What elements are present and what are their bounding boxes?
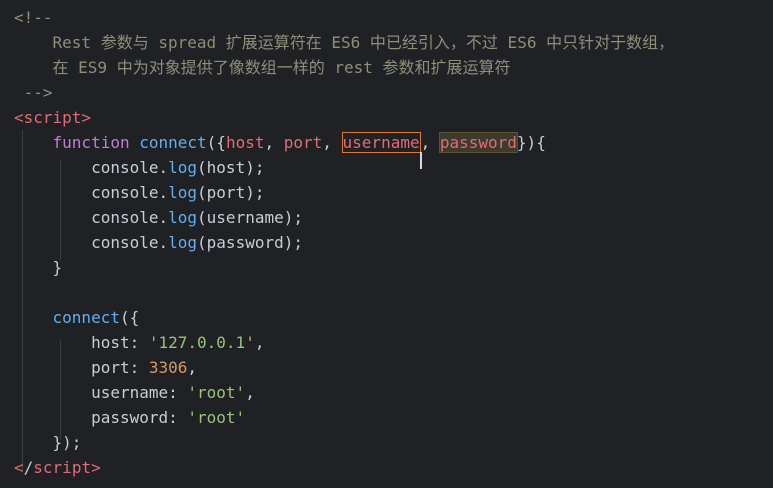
code-line: username: 'root',	[14, 380, 255, 405]
code-line: 在 ES9 中为对象提供了像数组一样的 rest 参数和扩展运算符	[14, 55, 511, 80]
code-token: -->	[14, 83, 53, 102]
code-line: }	[14, 255, 63, 280]
code-token: password	[438, 132, 518, 153]
code-line: });	[14, 430, 82, 455]
code-editor[interactable]: <!-- Rest 参数与 spread 扩展运算符在 ES6 中已经引入，不过…	[0, 0, 773, 488]
code-token: connect	[52, 308, 120, 327]
code-line: console.log(host);	[14, 155, 264, 180]
code-line: Rest 参数与 spread 扩展运算符在 ES6 中已经引入，不过 ES6 …	[14, 30, 675, 55]
code-token: 'root'	[187, 408, 246, 427]
code-token: console.	[14, 183, 169, 202]
code-token: ,	[322, 133, 342, 152]
code-token: host:	[14, 333, 149, 352]
code-token: log	[168, 183, 198, 202]
code-token: 3306	[148, 358, 188, 377]
code-token: (port);	[197, 183, 265, 202]
code-token: log	[168, 208, 198, 227]
code-token: password:	[14, 408, 188, 427]
code-token: /	[23, 458, 34, 477]
code-token: function	[52, 133, 130, 152]
code-line: console.log(username);	[14, 205, 303, 230]
code-token: '127.0.0.1'	[148, 333, 255, 352]
code-token: ,	[254, 333, 265, 352]
code-line: host: '127.0.0.1',	[14, 330, 264, 355]
code-line: -->	[14, 80, 53, 105]
code-token: log	[168, 233, 198, 252]
code-token: username:	[14, 383, 188, 402]
code-token: 在 ES9 中为对象提供了像数组一样的 rest 参数和扩展运算符	[14, 58, 511, 77]
code-token: ,	[245, 383, 255, 402]
code-line: port: 3306,	[14, 355, 197, 380]
code-token: <!--	[14, 8, 53, 27]
code-token: port	[283, 133, 323, 152]
code-token: ,	[264, 133, 284, 152]
code-line: connect({	[14, 305, 140, 330]
code-line: console.log(port);	[14, 180, 264, 205]
code-line: console.log(password);	[14, 230, 303, 255]
code-line: </script>	[14, 455, 101, 480]
code-token: console.	[14, 158, 169, 177]
code-token: ,	[420, 133, 440, 152]
code-token: }){	[516, 133, 546, 152]
code-line: password: 'root'	[14, 405, 245, 430]
code-token: console.	[14, 208, 169, 227]
code-token: ,	[187, 358, 198, 377]
code-token: (username);	[197, 208, 303, 227]
code-token: connect	[139, 133, 207, 152]
code-token: console.	[14, 233, 169, 252]
code-token: <script>	[14, 108, 92, 127]
code-token: }	[14, 258, 63, 277]
code-token: port:	[14, 358, 149, 377]
code-token: ({	[206, 133, 226, 152]
code-token: host	[225, 133, 265, 152]
code-token: (host);	[197, 158, 265, 177]
code-line: <!--	[14, 5, 53, 30]
code-token: log	[168, 158, 198, 177]
code-token: ({	[119, 308, 140, 327]
code-token: <	[14, 458, 24, 477]
code-token: Rest 参数与 spread 扩展运算符在 ES6 中已经引入，不过 ES6 …	[14, 33, 675, 52]
code-token: username	[341, 132, 421, 153]
code-line: function connect({host, port, username, …	[14, 130, 546, 169]
code-token: script>	[33, 458, 101, 477]
code-token: 'root'	[187, 383, 246, 402]
code-line: <script>	[14, 105, 91, 130]
code-token: (password);	[197, 233, 303, 252]
code-token: });	[14, 433, 82, 452]
